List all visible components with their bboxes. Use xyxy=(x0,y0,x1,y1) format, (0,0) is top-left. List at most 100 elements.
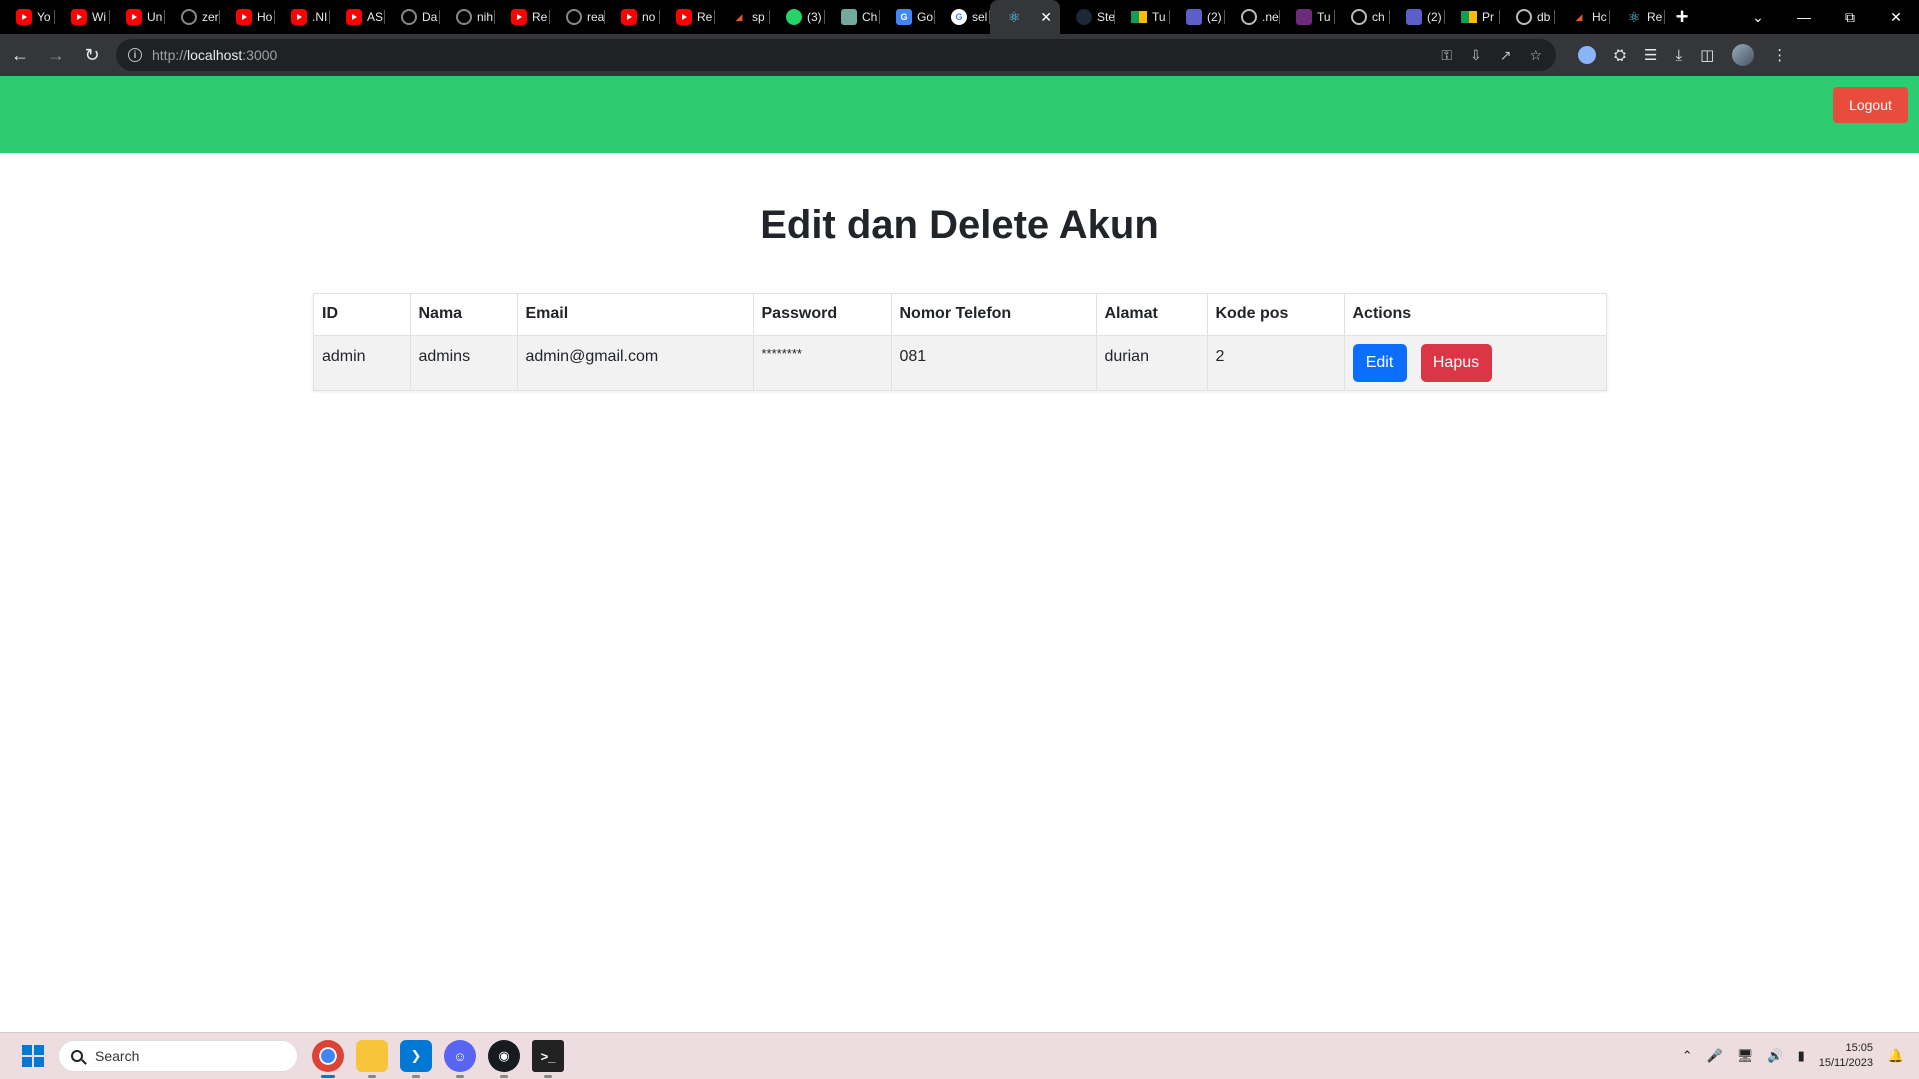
browser-tab[interactable]: Re xyxy=(660,0,715,34)
table-row: admin admins admin@gmail.com ******** 08… xyxy=(314,335,1606,390)
clock[interactable]: 15:05 15/11/2023 xyxy=(1819,1041,1873,1071)
browser-tab-label: Yo xyxy=(37,10,51,24)
bookmark-star-icon[interactable]: ☆ xyxy=(1529,47,1542,64)
volume-icon[interactable]: 🔊 xyxy=(1767,1048,1783,1064)
steam-icon[interactable]: ◉ xyxy=(488,1040,520,1078)
browser-tab[interactable]: Ho xyxy=(220,0,275,34)
new-tab-button[interactable]: + xyxy=(1665,0,1699,34)
reload-icon[interactable]: ↻ xyxy=(76,39,108,71)
browser-tab-label: (2) xyxy=(1427,10,1442,24)
browser-tab[interactable]: Tu xyxy=(1280,0,1335,34)
github-icon xyxy=(181,9,197,25)
magazine-icon xyxy=(1296,9,1312,25)
forward-icon[interactable]: → xyxy=(40,39,72,71)
browser-tab[interactable]: Ste xyxy=(1060,0,1115,34)
back-icon[interactable]: ← xyxy=(4,39,36,71)
discord-icon[interactable]: ☺ xyxy=(444,1040,476,1078)
browser-tab[interactable]: (2) xyxy=(1390,0,1445,34)
youtube-icon xyxy=(291,9,307,25)
header-nomor-telefon: Nomor Telefon xyxy=(891,294,1097,336)
media-queue-icon[interactable]: ☰ xyxy=(1644,46,1657,64)
browser-tab[interactable]: Un xyxy=(110,0,165,34)
browser-tab-label: no xyxy=(642,10,656,24)
browser-tab[interactable]: G Go xyxy=(880,0,935,34)
address-bar[interactable]: i http://localhost:3000 ⚿ ⇩ ↗ ☆ xyxy=(116,39,1556,71)
browser-tab[interactable]: .ne xyxy=(1225,0,1280,34)
search-placeholder: Search xyxy=(95,1048,140,1064)
browser-tab[interactable]: Re xyxy=(495,0,550,34)
side-panel-icon[interactable]: ◫ xyxy=(1700,46,1714,64)
vscode-icon[interactable]: ❯ xyxy=(400,1040,432,1078)
browser-tab[interactable]: ch xyxy=(1335,0,1390,34)
table-header-row: ID Nama Email Password Nomor Telefon Ala… xyxy=(314,294,1606,336)
browser-tab[interactable]: zer xyxy=(165,0,220,34)
extension-icon[interactable] xyxy=(1578,46,1596,64)
browser-tab[interactable]: ◢ Hc xyxy=(1555,0,1610,34)
hapus-button[interactable]: Hapus xyxy=(1420,343,1492,382)
browser-tab[interactable]: Pr xyxy=(1445,0,1500,34)
cell-email: admin@gmail.com xyxy=(517,335,754,390)
browser-tab[interactable]: db xyxy=(1500,0,1555,34)
file-explorer-icon[interactable] xyxy=(356,1040,388,1078)
codeium-icon: ◢ xyxy=(1575,11,1583,22)
restore-button[interactable]: ⧉ xyxy=(1827,0,1873,34)
browser-tab[interactable]: (2) xyxy=(1170,0,1225,34)
browser-tab[interactable]: Wi xyxy=(55,0,110,34)
more-menu-icon[interactable]: ⋮ xyxy=(1772,46,1787,64)
youtube-icon xyxy=(16,9,32,25)
browser-tab[interactable]: (3) xyxy=(770,0,825,34)
tab-list: Yo Wi Un zer Ho .NI AS Da nih Re rea no Re ◢ sp (3) Ch G G… xyxy=(0,0,1665,34)
steam-icon xyxy=(1076,9,1092,25)
browser-tab[interactable]: no xyxy=(605,0,660,34)
tab-search-icon[interactable]: ⌄ xyxy=(1735,0,1781,34)
browser-tab[interactable]: AS xyxy=(330,0,385,34)
browser-tab[interactable]: .NI xyxy=(275,0,330,34)
browser-tab-label: Re xyxy=(1647,10,1663,24)
close-tab-icon[interactable]: ✕ xyxy=(1040,9,1052,26)
browser-tab-label: Re xyxy=(697,10,713,24)
display-icon[interactable]: 🖥 xyxy=(1737,1048,1754,1064)
browser-tab-label: Wi xyxy=(92,10,106,24)
download-icon[interactable]: ⤓ xyxy=(1675,47,1682,64)
cell-actions: Edit Hapus xyxy=(1344,335,1606,390)
taskbar-search[interactable]: Search xyxy=(58,1040,298,1072)
key-icon[interactable]: ⚿ xyxy=(1441,47,1452,64)
youtube-icon xyxy=(621,9,637,25)
puzzle-icon[interactable]: ⛭ xyxy=(1614,47,1626,64)
browser-tab[interactable]: Tu xyxy=(1115,0,1170,34)
notification-icon[interactable]: 🔔 xyxy=(1887,1047,1905,1065)
browser-tab[interactable]: ⚛ Re xyxy=(1610,0,1665,34)
clock-date: 15/11/2023 xyxy=(1818,1057,1873,1069)
browser-tab[interactable]: Gsel xyxy=(935,0,990,34)
browser-tab[interactable]: nih xyxy=(440,0,495,34)
browser-tab[interactable]: ◢ sp xyxy=(715,0,770,34)
edit-button[interactable]: Edit xyxy=(1352,343,1407,382)
logout-button[interactable]: Logout xyxy=(1833,87,1908,123)
minimize-button[interactable]: — xyxy=(1781,0,1827,34)
browser-tab[interactable]: Ch xyxy=(825,0,880,34)
microphone-icon[interactable]: 🎤 xyxy=(1707,1048,1723,1064)
close-window-button[interactable]: ✕ xyxy=(1873,0,1919,34)
teams-icon xyxy=(1186,9,1202,25)
react-icon: ⚛ xyxy=(1007,8,1021,25)
chrome-icon[interactable] xyxy=(312,1040,344,1078)
github-icon xyxy=(566,9,582,25)
cell-password: ******** xyxy=(753,335,892,390)
chevron-up-icon[interactable]: ⌃ xyxy=(1682,1048,1693,1064)
browser-tab[interactable]: Yo xyxy=(0,0,55,34)
browser-tab[interactable]: ⚛ ✕ xyxy=(990,0,1060,34)
install-icon[interactable]: ⇩ xyxy=(1470,47,1482,64)
profile-avatar[interactable] xyxy=(1732,44,1755,66)
browser-tab-label: Ste xyxy=(1097,10,1115,24)
battery-icon[interactable]: ▮ xyxy=(1798,1048,1805,1064)
browser-tab[interactable]: rea xyxy=(550,0,605,34)
share-icon[interactable]: ↗ xyxy=(1500,47,1512,64)
browser-tab-label: ch xyxy=(1372,10,1385,24)
header-nama: Nama xyxy=(410,294,518,336)
clock-time: 15:05 xyxy=(1845,1042,1873,1054)
terminal-icon[interactable]: >_ xyxy=(532,1040,564,1078)
site-info-icon[interactable]: i xyxy=(128,48,142,62)
browser-tab[interactable]: Da xyxy=(385,0,440,34)
browser-tab-label: Da xyxy=(422,10,438,24)
windows-start-icon[interactable] xyxy=(22,1045,44,1067)
